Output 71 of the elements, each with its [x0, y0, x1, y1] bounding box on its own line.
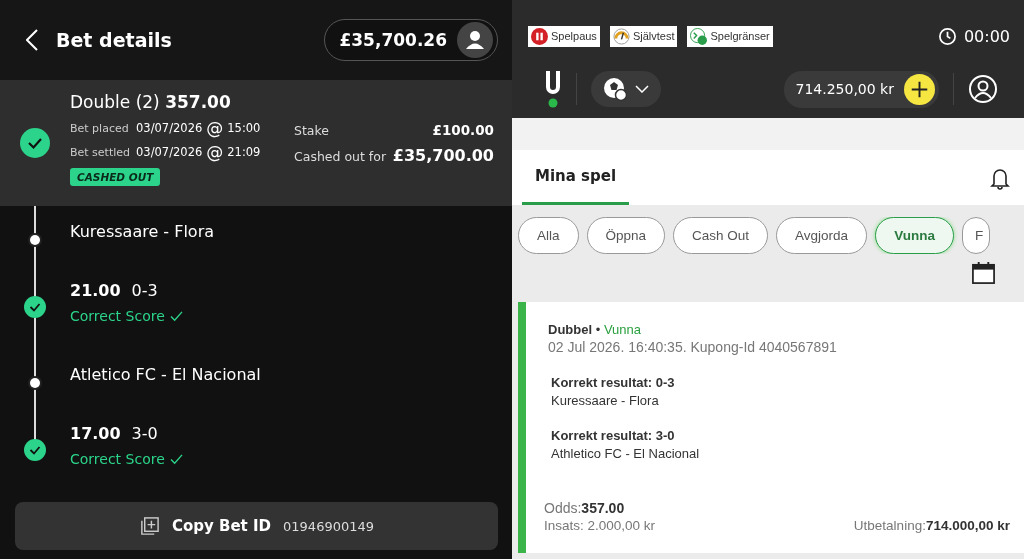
filter-chip[interactable]: F [961, 217, 991, 254]
calendar-icon[interactable] [971, 260, 996, 285]
sport-selector[interactable] [591, 71, 661, 107]
payout-label: Utbetalning: [853, 518, 926, 533]
odds-value: 357.00 [581, 500, 625, 516]
stake-text: Insats: 2.000,00 kr [544, 518, 656, 533]
session-timer: 00:00 [963, 26, 1010, 46]
wallet-balance: 714.250,00 kr [795, 81, 894, 97]
responsible-gaming-badge[interactable]: Spelpaus [528, 25, 600, 47]
time-value: 15:00 [227, 121, 261, 135]
event-dot-icon [27, 375, 43, 391]
market-name: Correct Score [70, 308, 165, 324]
field-label: Bet placed [70, 121, 130, 135]
clock-icon [937, 26, 957, 46]
leg-match: Athletico FC - El Nacional [551, 446, 701, 461]
limits-icon [690, 27, 708, 45]
chevron-down-icon [635, 85, 649, 93]
selection-odds: 17.00 [70, 424, 121, 443]
copy-bet-id-button[interactable]: Copy Bet ID 01946900149 [15, 502, 498, 550]
bet-status: Vunna [603, 322, 641, 337]
status-badge: CASHED OUT [70, 168, 161, 186]
event-dot-icon [27, 232, 43, 248]
bet-odds: 357.00 [165, 92, 231, 112]
at-sign: @ [206, 142, 224, 162]
selection-odds: 21.00 [70, 281, 121, 300]
back-icon[interactable] [26, 29, 38, 51]
selection-score: 0-3 [131, 281, 158, 300]
time-value: 21:09 [227, 145, 261, 159]
market-name: Correct Score [70, 451, 165, 467]
responsible-gaming-badge[interactable]: Spelgränser [687, 25, 773, 47]
filter-chip[interactable]: Cash Out [673, 217, 769, 254]
account-icon[interactable] [968, 74, 998, 104]
leg-market: Korrekt resultat: 3-0 [551, 428, 676, 443]
balance-amount: £35,700.26 [339, 30, 447, 50]
odds-label: Odds: [544, 500, 582, 516]
logo-icon[interactable] [544, 69, 562, 109]
tick-icon [169, 310, 183, 322]
at-sign: @ [206, 118, 224, 138]
responsible-gaming-badge[interactable]: Självtest [609, 25, 678, 47]
pause-icon [531, 27, 548, 45]
filter-chip[interactable]: Vunna [875, 217, 954, 254]
filter-chip[interactable]: Avgjorda [776, 217, 868, 254]
bet-type: Dubbel [548, 322, 593, 337]
match-name: Kuressaare - Flora [70, 222, 215, 241]
bet-card[interactable] [518, 302, 1024, 553]
balance-pill[interactable]: £35,700.26 [324, 19, 498, 61]
filter-chip[interactable]: Öppna [586, 217, 666, 254]
cashout-label: Cashed out for [294, 149, 387, 164]
profile-icon[interactable] [457, 22, 493, 58]
match-name: Atletico FC - El Nacional [70, 365, 261, 384]
page-title: Bet details [56, 29, 173, 51]
selection-score: 3-0 [131, 424, 158, 443]
copy-icon [138, 515, 160, 537]
coupon-meta: 02 Jul 2026. 16:40:35. Kupong-Id 4040567891 [548, 339, 838, 355]
tick-icon [169, 453, 183, 465]
payout-value: 714.000,00 kr [925, 518, 1010, 533]
bullet: • [595, 322, 601, 337]
leg-match: Kuressaare - Flora [551, 393, 660, 408]
plus-icon[interactable] [904, 73, 935, 105]
bet-type: Double (2) [70, 92, 160, 112]
cashout-value: £35,700.00 [392, 146, 494, 165]
filter-chip[interactable]: Alla [518, 217, 579, 254]
gauge-icon [612, 27, 630, 45]
stake-label: Stake [294, 123, 329, 138]
leg-market: Korrekt resultat: 0-3 [551, 375, 676, 390]
field-label: Bet settled [70, 145, 132, 159]
date-value: 03/07/2026 [136, 145, 203, 159]
stake-value: £100.00 [432, 122, 494, 138]
date-value: 03/07/2026 [136, 121, 203, 135]
wallet-pill[interactable]: 714.250,00 kr [783, 70, 939, 108]
ball-icon [603, 77, 627, 101]
